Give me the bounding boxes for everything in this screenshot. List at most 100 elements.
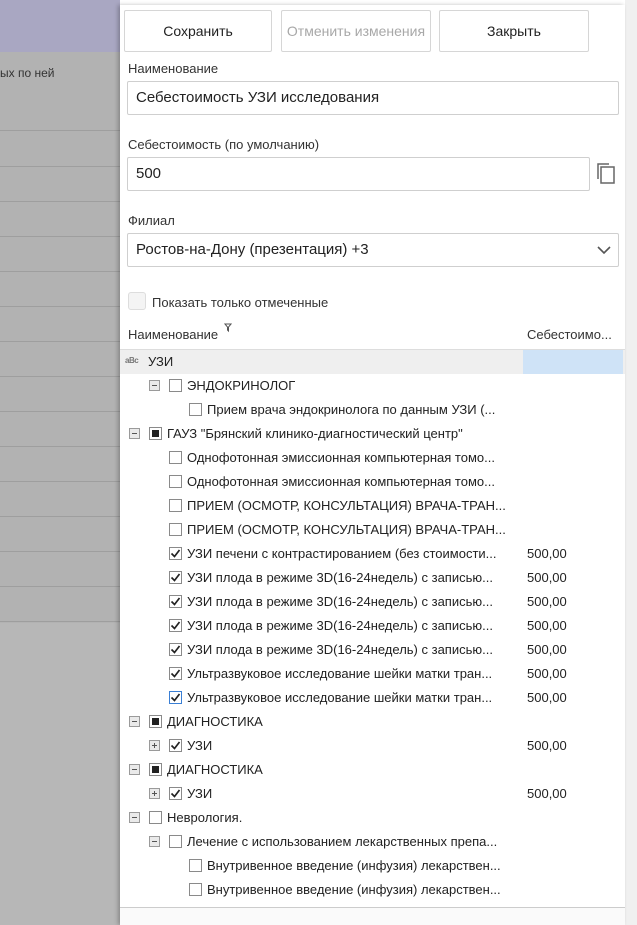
- tree-row[interactable]: Лечение с использованием лекарственных п…: [120, 830, 625, 854]
- show-checked-only-checkbox[interactable]: [128, 292, 146, 310]
- tree-row[interactable]: ДИАГНОСТИКА: [120, 710, 625, 734]
- cost-label: Себестоимость (по умолчанию): [128, 137, 320, 152]
- row-checkbox[interactable]: [169, 547, 182, 560]
- row-checkbox[interactable]: [169, 523, 182, 536]
- row-cost: 500,00: [527, 642, 567, 657]
- row-name: Внутривенное введение (инфузия) лекарств…: [207, 858, 501, 873]
- tree-row[interactable]: УЗИ плода в режиме 3D(16-24недель) с зап…: [120, 614, 625, 638]
- background-row: [0, 588, 120, 622]
- row-checkbox[interactable]: [169, 379, 182, 392]
- row-checkbox[interactable]: [149, 811, 162, 824]
- collapse-icon[interactable]: [129, 716, 140, 727]
- row-checkbox[interactable]: [169, 451, 182, 464]
- row-name: УЗИ: [148, 354, 174, 369]
- chevron-down-icon[interactable]: [597, 243, 611, 257]
- tree-row[interactable]: ПРИЕМ (ОСМОТР, КОНСУЛЬТАЦИЯ) ВРАЧА-ТРАН.…: [120, 518, 625, 542]
- row-checkbox[interactable]: [189, 883, 202, 896]
- tree-row[interactable]: УЗИ печени с контрастированием (без стои…: [120, 542, 625, 566]
- name-label: Наименование: [128, 61, 219, 76]
- row-name: ДИАГНОСТИКА: [167, 762, 263, 777]
- column-header-cost[interactable]: Себестоимо...: [527, 327, 612, 342]
- tree-row[interactable]: УЗИ плода в режиме 3D(16-24недель) с зап…: [120, 638, 625, 662]
- tree-row[interactable]: Однофотонная эмиссионная компьютерная то…: [120, 446, 625, 470]
- row-name: УЗИ: [187, 738, 213, 753]
- save-button[interactable]: Сохранить: [124, 10, 272, 52]
- row-checkbox[interactable]: [169, 619, 182, 632]
- page-scrollbar[interactable]: [625, 0, 637, 925]
- column-header-name[interactable]: Наименование: [128, 323, 232, 342]
- tree-row[interactable]: ДИАГНОСТИКА: [120, 758, 625, 782]
- background-row: [0, 413, 120, 447]
- tree-row[interactable]: Неврология.: [120, 806, 625, 830]
- filter-icon[interactable]: [223, 323, 232, 333]
- row-checkbox[interactable]: [149, 427, 162, 440]
- background-row: [0, 518, 120, 552]
- close-button[interactable]: Закрыть: [439, 10, 589, 52]
- show-checked-only-label: Показать только отмеченные: [152, 295, 329, 310]
- background-row: [0, 203, 120, 237]
- collapse-icon[interactable]: [129, 812, 140, 823]
- row-checkbox[interactable]: [169, 739, 182, 752]
- copy-icon[interactable]: [594, 160, 618, 188]
- expand-icon[interactable]: [149, 740, 160, 751]
- row-checkbox[interactable]: [169, 667, 182, 680]
- tree-row[interactable]: Однофотонная эмиссионная компьютерная то…: [120, 470, 625, 494]
- discard-changes-button[interactable]: Отменить изменения: [281, 10, 431, 52]
- tree-row[interactable]: УЗИ плода в режиме 3D(16-24недель) с зап…: [120, 590, 625, 614]
- tree-row[interactable]: Ультразвуковое исследование шейки матки …: [120, 662, 625, 686]
- row-name: УЗИ плода в режиме 3D(16-24недель) с зап…: [187, 618, 493, 633]
- tree-row[interactable]: УЗИ 500,00: [120, 734, 625, 758]
- row-checkbox[interactable]: [189, 403, 202, 416]
- expand-icon[interactable]: [149, 788, 160, 799]
- tree-row[interactable]: УЗИ плода в режиме 3D(16-24недель) с зап…: [120, 566, 625, 590]
- row-name: ГАУЗ "Брянский клинико-диагностический ц…: [167, 426, 463, 441]
- tree-row[interactable]: Внутривенное введение (инфузия) лекарств…: [120, 878, 625, 902]
- branch-select[interactable]: Ростов-на-Дону (презентация) +3: [127, 233, 619, 267]
- row-checkbox[interactable]: [169, 475, 182, 488]
- row-name: Неврология.: [167, 810, 243, 825]
- row-checkbox[interactable]: [169, 835, 182, 848]
- branch-label: Филиал: [128, 213, 175, 228]
- background-row: [0, 97, 120, 131]
- row-cost: 500,00: [527, 618, 567, 633]
- row-name: УЗИ печени с контрастированием (без стои…: [187, 546, 497, 561]
- tree-row[interactable]: УЗИ 500,00: [120, 782, 625, 806]
- selected-cell[interactable]: [523, 350, 623, 374]
- row-checkbox[interactable]: [169, 571, 182, 584]
- row-cost: 500,00: [527, 594, 567, 609]
- tree-row[interactable]: ПРИЕМ (ОСМОТР, КОНСУЛЬТАЦИЯ) ВРАЧА-ТРАН.…: [120, 494, 625, 518]
- background-row: [0, 448, 120, 482]
- tree-row[interactable]: Ультразвуковое исследование шейки матки …: [120, 686, 625, 710]
- row-checkbox[interactable]: [169, 643, 182, 656]
- row-checkbox[interactable]: [169, 691, 182, 704]
- row-cost: 500,00: [527, 570, 567, 585]
- tree-row[interactable]: ГАУЗ "Брянский клинико-диагностический ц…: [120, 422, 625, 446]
- tree-row[interactable]: ЭНДОКРИНОЛОГ: [120, 374, 625, 398]
- collapse-icon[interactable]: [129, 764, 140, 775]
- row-name: ПРИЕМ (ОСМОТР, КОНСУЛЬТАЦИЯ) ВРАЧА-ТРАН.…: [187, 522, 506, 537]
- background-lower-area: [0, 623, 120, 925]
- row-checkbox[interactable]: [169, 787, 182, 800]
- row-name: Лечение с использованием лекарственных п…: [187, 834, 498, 849]
- row-checkbox[interactable]: [169, 499, 182, 512]
- background-row: [0, 308, 120, 342]
- row-checkbox[interactable]: [189, 859, 202, 872]
- name-field[interactable]: Себестоимость УЗИ исследования: [127, 81, 619, 115]
- row-name: Внутривенное введение (инфузия) лекарств…: [207, 882, 501, 897]
- row-name: Однофотонная эмиссионная компьютерная то…: [187, 474, 495, 489]
- collapse-icon[interactable]: [149, 380, 160, 391]
- abc-icon: aBc: [125, 356, 139, 365]
- collapse-icon[interactable]: [149, 836, 160, 847]
- background-row: [0, 553, 120, 587]
- tree-row[interactable]: Внутривенное введение (инфузия) лекарств…: [120, 854, 625, 878]
- row-name: УЗИ плода в режиме 3D(16-24недель) с зап…: [187, 642, 493, 657]
- cost-field[interactable]: 500: [127, 157, 590, 191]
- row-cost: 500,00: [527, 666, 567, 681]
- collapse-icon[interactable]: [129, 428, 140, 439]
- row-checkbox[interactable]: [149, 715, 162, 728]
- row-checkbox[interactable]: [149, 763, 162, 776]
- row-name: ДИАГНОСТИКА: [167, 714, 263, 729]
- tree-row[interactable]: Прием врача эндокринолога по данным УЗИ …: [120, 398, 625, 422]
- row-checkbox[interactable]: [169, 595, 182, 608]
- tree-row[interactable]: aBc УЗИ: [120, 350, 625, 374]
